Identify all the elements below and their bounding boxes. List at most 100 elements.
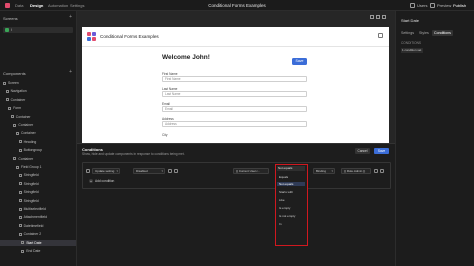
component-icon (18, 148, 22, 152)
duplicate-icon[interactable] (374, 169, 378, 173)
brand-logo-icon (87, 32, 97, 42)
component-tree-item[interactable]: Start Date (0, 239, 76, 246)
component-tree-item[interactable]: Stringfield (0, 189, 76, 195)
component-tree-item[interactable]: Container 2 (0, 231, 76, 237)
operator-option[interactable]: Is empty (279, 206, 290, 210)
operator-dropdown-selected[interactable]: Not equals (277, 166, 305, 171)
save-conditions-button[interactable]: Save (374, 148, 389, 154)
add-component-icon[interactable]: + (69, 69, 72, 75)
address-field[interactable]: Address (162, 121, 307, 127)
tab-component-settings[interactable]: Settings (399, 30, 416, 36)
setting-select[interactable]: Disabled ▾ (133, 168, 165, 174)
screen-item-root[interactable]: / (3, 27, 73, 33)
tab-component-conditions[interactable]: Conditions (432, 30, 453, 36)
preview-header: Conditional Forms Examples (82, 27, 389, 47)
last-name-field[interactable]: Last Name (162, 91, 307, 97)
desktop-view-icon[interactable] (370, 15, 374, 19)
component-icon (18, 174, 22, 177)
component-icon (18, 140, 22, 144)
conditions-modal: Conditions Show, hide and update compone… (77, 143, 395, 266)
component-label: Stringfield (23, 173, 39, 178)
component-label: Container (18, 123, 34, 127)
condition-rule: Update setting ▾ Disabled ▾ {{ Current Use… (82, 162, 391, 189)
type-select[interactable]: Binding ▾ (313, 168, 335, 174)
component-tree-item[interactable]: Container (0, 114, 76, 120)
component-tree-item[interactable]: Attachmentfield (0, 214, 76, 220)
component-tree-item[interactable]: Stringfield (0, 181, 76, 187)
component-label: Container (15, 114, 31, 119)
component-icon (13, 157, 17, 161)
left-sidebar: Screens + / Components + Screen Navigatio… (0, 11, 77, 266)
preview-app-name: Conditional Forms Examples (100, 34, 159, 39)
component-tree-item[interactable]: Container (0, 122, 76, 128)
components-heading: Components (3, 71, 26, 76)
component-tree-item[interactable]: Stringfield (0, 172, 76, 178)
component-icon (21, 241, 25, 245)
first-name-field[interactable]: First Name (162, 76, 307, 82)
cancel-button[interactable]: Cancel (355, 148, 370, 154)
component-icon (5, 98, 9, 102)
rhs-binding-field[interactable]: {{ Role.Admin }} (341, 168, 371, 174)
email-field[interactable]: Email (162, 106, 307, 112)
mobile-view-icon[interactable] (382, 15, 386, 19)
menu-icon[interactable] (378, 33, 383, 38)
preview-save-button[interactable]: Save (292, 58, 307, 65)
add-condition-button[interactable]: + Add condition (89, 179, 114, 183)
component-tree-item[interactable]: Form (0, 105, 76, 111)
app-title: Conditional Forms Examples (208, 3, 266, 8)
conditions-section-label: CONDITIONS (401, 41, 422, 45)
component-label: Container (10, 97, 26, 102)
component-tree-item[interactable]: End Date (0, 248, 76, 254)
app-preview: Conditional Forms Examples Welcome John!… (82, 27, 389, 143)
operator-option[interactable]: Equals (279, 175, 288, 179)
operator-option[interactable]: Not equals (277, 182, 305, 186)
publish-button[interactable]: Publish (450, 2, 469, 9)
component-icon (18, 232, 22, 236)
component-label: Attachmentfield (23, 215, 47, 220)
city-label: City (162, 133, 168, 137)
component-icon (16, 165, 19, 169)
component-tree-item[interactable]: Container (0, 156, 76, 162)
operator-option[interactable]: Is not empty (279, 214, 295, 218)
drag-handle-icon[interactable] (86, 169, 90, 173)
condition-count-button[interactable]: 1 condition set (401, 48, 423, 53)
component-tree-item[interactable]: Stringfield (0, 198, 76, 204)
component-icon (13, 123, 17, 127)
users-button[interactable]: Users (417, 3, 427, 8)
component-tree-item[interactable]: Heading (0, 139, 76, 145)
tab-component-styles[interactable]: Styles (417, 30, 431, 36)
component-icon (21, 249, 25, 253)
conditions-subtitle: Show, hide and update components in resp… (82, 152, 185, 156)
component-tree-item[interactable]: Navigation (0, 88, 76, 94)
binding-icon[interactable] (174, 169, 178, 173)
component-label: Navigation (10, 89, 27, 94)
component-icon (18, 224, 22, 228)
tablet-view-icon[interactable] (376, 15, 380, 19)
delete-icon[interactable] (380, 169, 384, 173)
component-tree-item[interactable]: Container (0, 130, 76, 136)
component-icon (5, 90, 9, 93)
component-tree-item[interactable]: Datetimefield (0, 223, 76, 229)
component-tree-item[interactable]: Field Group 1 (0, 164, 76, 170)
lhs-binding-field[interactable]: {{ Current User.r... (233, 168, 269, 174)
component-label: Stringfield (23, 190, 39, 195)
component-tree-item[interactable]: Screen (0, 80, 76, 86)
component-icon (18, 190, 22, 194)
operator-option[interactable]: In (279, 222, 282, 226)
component-label: End Date (26, 249, 41, 253)
screen-label: / (11, 28, 12, 32)
operator-dropdown: Not equals Equals Not equals Starts with… (275, 164, 308, 246)
component-tree-item[interactable]: Container (0, 97, 76, 103)
add-screen-icon[interactable]: + (69, 14, 72, 20)
right-panel: Start Date Settings Styles Conditions CO… (395, 11, 474, 266)
component-label: Stringfield (23, 181, 39, 186)
users-icon (410, 3, 415, 8)
operator-option[interactable]: Starts with (279, 190, 293, 194)
action-select[interactable]: Update setting ▾ (92, 168, 120, 174)
component-icon (18, 207, 22, 211)
value-tag-icon (168, 169, 172, 173)
operator-option[interactable]: Like (279, 198, 285, 202)
component-tree-item[interactable]: Multiselectfield (0, 206, 76, 212)
component-label: Stringfield (23, 198, 39, 203)
component-tree-item[interactable]: Buttongroup (0, 147, 76, 153)
